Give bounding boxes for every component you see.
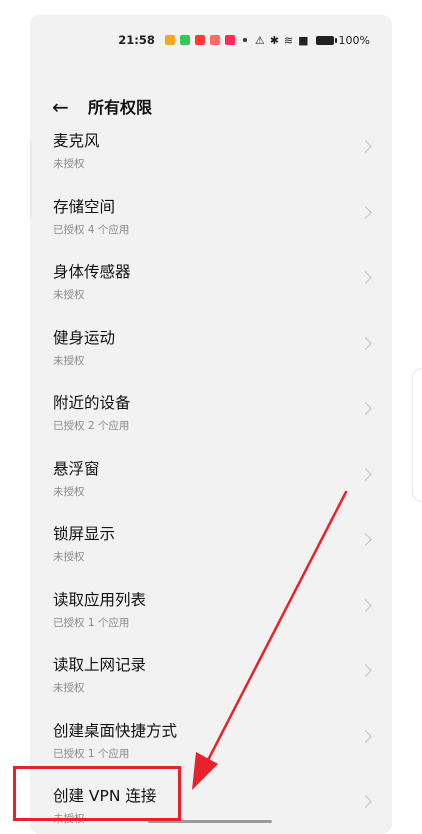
status-time: 21:58 xyxy=(118,33,155,47)
chevron-right-icon xyxy=(359,336,372,350)
permission-item-floating-window[interactable]: 悬浮窗 未授权 xyxy=(30,450,392,516)
page-title: 所有权限 xyxy=(88,98,153,117)
permission-label: 存储空间 xyxy=(53,197,116,216)
permission-status: 已授权 1 个应用 xyxy=(53,747,130,760)
status-bar: 21:58 ⚠ ✱ ≋ ■ 100% xyxy=(30,15,392,65)
permission-status: 未授权 xyxy=(53,485,85,498)
permission-status: 未授权 xyxy=(53,551,85,563)
notification-icon-4 xyxy=(209,35,220,45)
permission-item-browsing-history[interactable]: 读取上网记录 未授权 xyxy=(30,646,392,712)
wifi-icon: ≋ xyxy=(283,33,294,47)
mute-icon: ⚠ xyxy=(254,33,265,47)
back-arrow-icon[interactable]: ← xyxy=(52,92,82,122)
permission-label: 锁屏显示 xyxy=(53,525,116,543)
notification-icon-3 xyxy=(194,35,205,45)
chevron-right-icon xyxy=(359,271,372,284)
permission-item-fitness[interactable]: 健身运动 未授权 xyxy=(30,319,392,385)
chevron-right-icon xyxy=(359,598,372,612)
notification-icon-5 xyxy=(224,35,235,45)
permission-label: 健身运动 xyxy=(53,328,116,347)
phone-screen: 21:58 ⚠ ✱ ≋ ■ 100% ← 所有权限 麦克风 未授权 存储空间 已… xyxy=(30,15,392,834)
permission-status: 未授权 xyxy=(53,354,85,367)
permission-status: 未授权 xyxy=(53,158,85,170)
chevron-right-icon xyxy=(359,795,372,808)
side-panel-handle[interactable] xyxy=(412,368,422,502)
battery-percent: 100% xyxy=(338,33,370,47)
chevron-right-icon xyxy=(359,140,372,153)
chevron-right-icon xyxy=(359,467,372,481)
chevron-right-icon xyxy=(359,402,372,415)
chevron-right-icon xyxy=(359,205,372,219)
permission-label: 创建桌面快捷方式 xyxy=(53,721,178,740)
permission-item-nearby-devices[interactable]: 附近的设备 已授权 2 个应用 xyxy=(30,384,392,450)
permission-label: 读取应用列表 xyxy=(53,590,147,609)
permission-item-lock-screen[interactable]: 锁屏显示 未授权 xyxy=(30,515,392,581)
battery-icon xyxy=(315,35,337,45)
permission-status: 未授权 xyxy=(53,682,85,694)
notification-icon-2 xyxy=(179,35,190,45)
permission-label: 读取上网记录 xyxy=(53,656,147,674)
chevron-right-icon xyxy=(359,664,372,677)
permission-item-app-list[interactable]: 读取应用列表 已授权 1 个应用 xyxy=(30,581,392,647)
chevron-right-icon xyxy=(359,533,372,546)
permission-label: 身体传感器 xyxy=(53,263,131,281)
bluetooth-icon: ✱ xyxy=(269,33,279,47)
permission-status: 未授权 xyxy=(53,289,85,301)
permission-item-body-sensors[interactable]: 身体传感器 未授权 xyxy=(30,253,392,319)
header: ← 所有权限 xyxy=(30,90,392,126)
permission-status: 已授权 2 个应用 xyxy=(53,420,130,432)
permission-status: 已授权 4 个应用 xyxy=(53,223,130,236)
permission-label: 麦克风 xyxy=(53,132,100,150)
more-notifications-dot-icon xyxy=(242,38,247,42)
permission-label: 悬浮窗 xyxy=(53,459,100,478)
permission-status: 已授权 1 个应用 xyxy=(53,616,130,629)
permission-list: 麦克风 未授权 存储空间 已授权 4 个应用 身体传感器 未授权 健身运动 未授… xyxy=(30,122,392,834)
sim-icon: ■ xyxy=(298,33,309,47)
annotation-highlight-box xyxy=(13,766,181,821)
permission-item-storage[interactable]: 存储空间 已授权 4 个应用 xyxy=(30,188,392,254)
permission-item-microphone[interactable]: 麦克风 未授权 xyxy=(30,122,392,188)
notification-icon-1 xyxy=(164,35,175,45)
chevron-right-icon xyxy=(359,729,372,743)
permission-label: 附近的设备 xyxy=(53,394,131,412)
